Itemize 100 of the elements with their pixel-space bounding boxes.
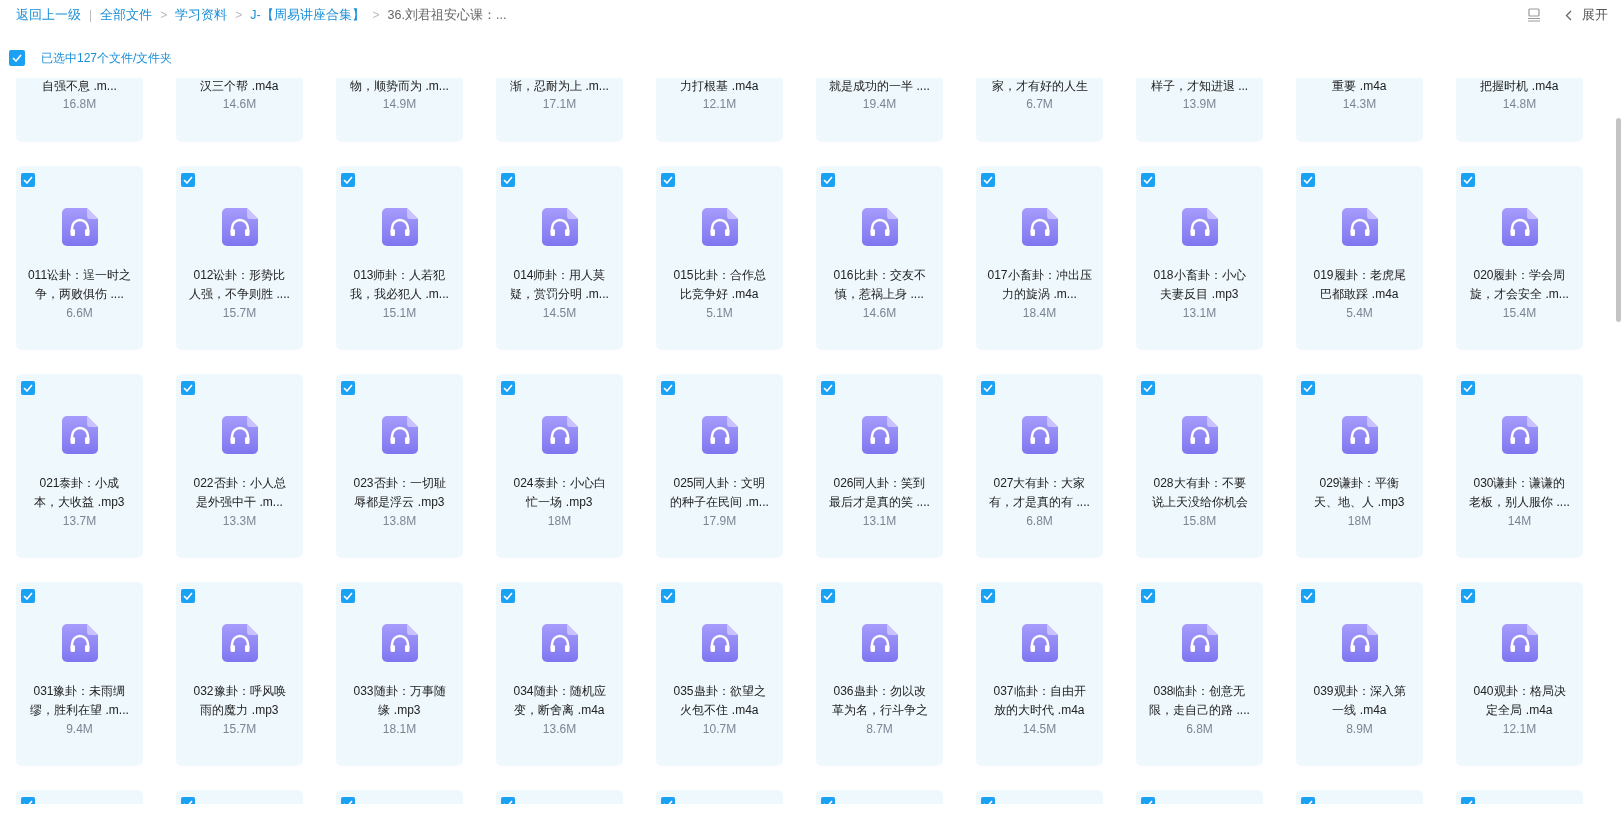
checkmark-icon (343, 176, 353, 184)
checkbox[interactable] (341, 173, 355, 187)
checkbox[interactable] (661, 381, 675, 395)
checkbox[interactable] (821, 381, 835, 395)
headphones-file-icon (1341, 416, 1378, 454)
view-toggle-icon[interactable] (1527, 8, 1541, 22)
file-card[interactable]: 013师卦：人若犯 我，我必犯人 .m... 15.1M (336, 166, 463, 350)
checkbox[interactable] (821, 589, 835, 603)
file-card[interactable]: 022否卦：小人总 是外强中干 .m... 13.3M (176, 374, 303, 558)
file-card[interactable]: 038临卦：创意无 限，走自己的路 .... 6.8M (1136, 582, 1263, 766)
file-card[interactable]: 031豫卦：未雨绸 缪，胜利在望 .m... 9.4M (16, 582, 143, 766)
file-card[interactable]: 物，顺势而为 .m... 14.9M (336, 78, 463, 142)
checkmark-icon (183, 384, 193, 392)
checkbox[interactable] (21, 589, 35, 603)
file-card[interactable]: 037临卦：自由开 放的大时代 .m4a 14.5M (976, 582, 1103, 766)
checkbox[interactable] (1141, 173, 1155, 187)
file-size: 9.4M (66, 721, 93, 738)
file-card[interactable]: 自强不息 .m... 16.8M (16, 78, 143, 142)
breadcrumb-link[interactable]: J-【周易讲座合集】 (250, 5, 365, 25)
file-card[interactable]: 028大有卦：不要 说上天没给你机会 15.8M (1136, 374, 1263, 558)
file-card[interactable]: 023否卦：一切耻 辱都是浮云 .mp3 13.8M (336, 374, 463, 558)
file-card[interactable]: 029谦卦：平衡 天、地、人 .mp3 18M (1296, 374, 1423, 558)
file-card[interactable]: 040观卦：格局决 定全局 .m4a 12.1M (1456, 582, 1583, 766)
checkbox[interactable] (981, 589, 995, 603)
checkbox[interactable] (9, 50, 25, 66)
file-size: 15.7M (222, 305, 257, 322)
checkbox[interactable] (1141, 381, 1155, 395)
headphones-file-icon (221, 416, 258, 454)
checkbox[interactable] (21, 173, 35, 187)
file-card[interactable]: 012讼卦：形势比 人强，不争则胜 .... 15.7M (176, 166, 303, 350)
breadcrumb-link[interactable]: 返回上一级 (16, 5, 81, 25)
headphones-file-icon (1021, 208, 1058, 246)
checkbox[interactable] (1301, 381, 1315, 395)
checkbox[interactable] (501, 381, 515, 395)
headphones-file-icon (221, 624, 258, 662)
breadcrumb-link[interactable]: 学习资料 (175, 5, 228, 25)
file-card[interactable]: 021泰卦：小成 本，大收益 .mp3 13.7M (16, 374, 143, 558)
checkbox[interactable] (181, 173, 195, 187)
file-size: 17.1M (542, 96, 577, 113)
checkbox[interactable] (341, 589, 355, 603)
file-card[interactable]: 015比卦：合作总 比竞争好 .m4a 5.1M (656, 166, 783, 350)
checkbox[interactable] (1461, 589, 1475, 603)
checkmark-icon (1303, 384, 1313, 392)
file-card[interactable]: 家，才有好的人生 6.7M (976, 78, 1103, 142)
file-card[interactable]: 017小畜卦：冲出压 力的旋涡 .m... 18.4M (976, 166, 1103, 350)
checkbox[interactable] (341, 381, 355, 395)
file-card[interactable]: 024泰卦：小心白 忙一场 .mp3 18M (496, 374, 623, 558)
file-card[interactable]: 020履卦：学会周 旋，才会安全 .m... 15.4M (1456, 166, 1583, 350)
checkbox[interactable] (21, 381, 35, 395)
file-card[interactable]: 036蛊卦：勿以改 革为名，行斗争之 8.7M (816, 582, 943, 766)
checkbox[interactable] (1461, 381, 1475, 395)
checkmark-icon (823, 176, 833, 184)
expand-button[interactable]: 展开 (1565, 5, 1608, 25)
file-card[interactable]: 把握时机 .m4a 14.8M (1456, 78, 1583, 142)
checkbox[interactable] (981, 381, 995, 395)
checkbox[interactable] (821, 173, 835, 187)
file-name: 把握时机 .m4a (1480, 78, 1559, 95)
file-card[interactable]: 035蛊卦：欲望之 火包不住 .m4a 10.7M (656, 582, 783, 766)
checkbox[interactable] (1301, 589, 1315, 603)
scrollbar-thumb[interactable] (1616, 118, 1621, 322)
checkbox[interactable] (661, 173, 675, 187)
file-size: 14.6M (862, 305, 897, 322)
checkmark-icon (183, 592, 193, 600)
file-card[interactable]: 014师卦：用人莫 疑，赏罚分明 .m... 14.5M (496, 166, 623, 350)
checkbox[interactable] (1461, 173, 1475, 187)
file-size: 14.3M (1342, 96, 1377, 113)
file-card[interactable]: 016比卦：交友不 慎，惹祸上身 .... 14.6M (816, 166, 943, 350)
breadcrumb-link[interactable]: 36.刘君祖安心课：... (387, 5, 507, 25)
file-card[interactable]: 就是成功的一半 .... 19.4M (816, 78, 943, 142)
checkbox[interactable] (1301, 173, 1315, 187)
checkbox[interactable] (1141, 589, 1155, 603)
breadcrumb-link[interactable]: 全部文件 (100, 5, 153, 25)
file-card[interactable]: 030谦卦：谦谦的 老板，别人服你 .... 14M (1456, 374, 1583, 558)
file-card[interactable]: 渐，忍耐为上 .m... 17.1M (496, 78, 623, 142)
file-card[interactable]: 033随卦：万事随 缘 .mp3 18.1M (336, 582, 463, 766)
file-name: 重要 .m4a (1332, 78, 1387, 95)
file-card[interactable]: 025同人卦：文明 的种子在民间 .m... 17.9M (656, 374, 783, 558)
checkbox[interactable] (501, 589, 515, 603)
headphones-file-icon (1021, 624, 1058, 662)
file-card[interactable]: 样子，才知进退 ... 13.9M (1136, 78, 1263, 142)
file-name: 037临卦：自由开 放的大时代 .m4a (993, 683, 1086, 719)
checkbox[interactable] (181, 381, 195, 395)
checkbox[interactable] (661, 589, 675, 603)
checkbox[interactable] (501, 173, 515, 187)
file-card[interactable]: 力打根基 .m4a 12.1M (656, 78, 783, 142)
file-card[interactable]: 032豫卦：呼风唤 雨的魔力 .mp3 15.7M (176, 582, 303, 766)
file-card[interactable]: 018小畜卦：小心 夫妻反目 .mp3 13.1M (1136, 166, 1263, 350)
file-card[interactable]: 019履卦：老虎尾 巴都敢踩 .m4a 5.4M (1296, 166, 1423, 350)
checkmark-icon (23, 384, 33, 392)
headphones-file-icon (1341, 624, 1378, 662)
checkbox[interactable] (981, 173, 995, 187)
file-card[interactable]: 034随卦：随机应 变，断舍离 .m4a 13.6M (496, 582, 623, 766)
file-card[interactable]: 重要 .m4a 14.3M (1296, 78, 1423, 142)
file-card[interactable]: 汉三个帮 .m4a 14.6M (176, 78, 303, 142)
checkbox[interactable] (181, 589, 195, 603)
breadcrumb-separator: > (235, 7, 243, 24)
file-card[interactable]: 011讼卦：逞一时之 争，两败俱伤 .... 6.6M (16, 166, 143, 350)
file-card[interactable]: 026同人卦：笑到 最后才是真的笑 .... 13.1M (816, 374, 943, 558)
file-card[interactable]: 039观卦：深入第 一线 .m4a 8.9M (1296, 582, 1423, 766)
file-card[interactable]: 027大有卦：大家 有，才是真的有 .... 6.8M (976, 374, 1103, 558)
